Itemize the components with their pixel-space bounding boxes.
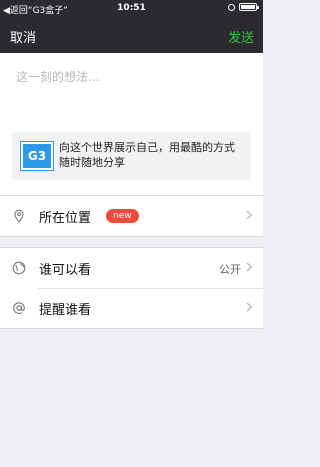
globe-icon [12,261,26,275]
privacy-value: 公开 [219,263,241,276]
post-text-input[interactable]: 这一刻的想法... [16,68,99,85]
battery-icon [239,3,259,11]
send-button[interactable]: 发送 [228,27,254,46]
mention-label: 提醒谁看 [39,303,92,318]
location-row[interactable]: 所在位置 new [0,196,263,236]
mention-row[interactable]: 提醒谁看 [0,288,263,328]
new-badge: new [106,209,139,223]
share-description: 向这个世界展示自己，用最酷的方式随时随地分享 [59,141,235,169]
location-label: 所在位置 [39,211,92,226]
privacy-row[interactable]: 谁可以看 公开 [0,248,263,288]
nav-bar: 取消 发送 [0,17,263,53]
status-time: 10:51 [117,3,146,13]
status-bar: ◀返回“G3盒子” 10:51 [0,0,263,17]
compose-area: 这一刻的想法... G3 向这个世界展示自己，用最酷的方式随时随地分享 [0,53,263,195]
chevron-right-icon [246,210,253,220]
privacy-label: 谁可以看 [39,263,92,278]
cancel-button[interactable]: 取消 [10,27,36,46]
status-icons [228,3,259,11]
chevron-right-icon [246,262,253,272]
location-pin-icon [14,209,24,223]
at-sign-icon [13,302,25,314]
privacy-group: 谁可以看 公开 提醒谁看 [0,247,263,329]
location-group: 所在位置 new [0,195,263,237]
g3-logo: G3 [20,141,54,171]
share-card[interactable]: G3 向这个世界展示自己，用最酷的方式随时随地分享 [12,132,251,180]
rotation-lock-icon [228,3,235,11]
chevron-right-icon [246,302,253,312]
